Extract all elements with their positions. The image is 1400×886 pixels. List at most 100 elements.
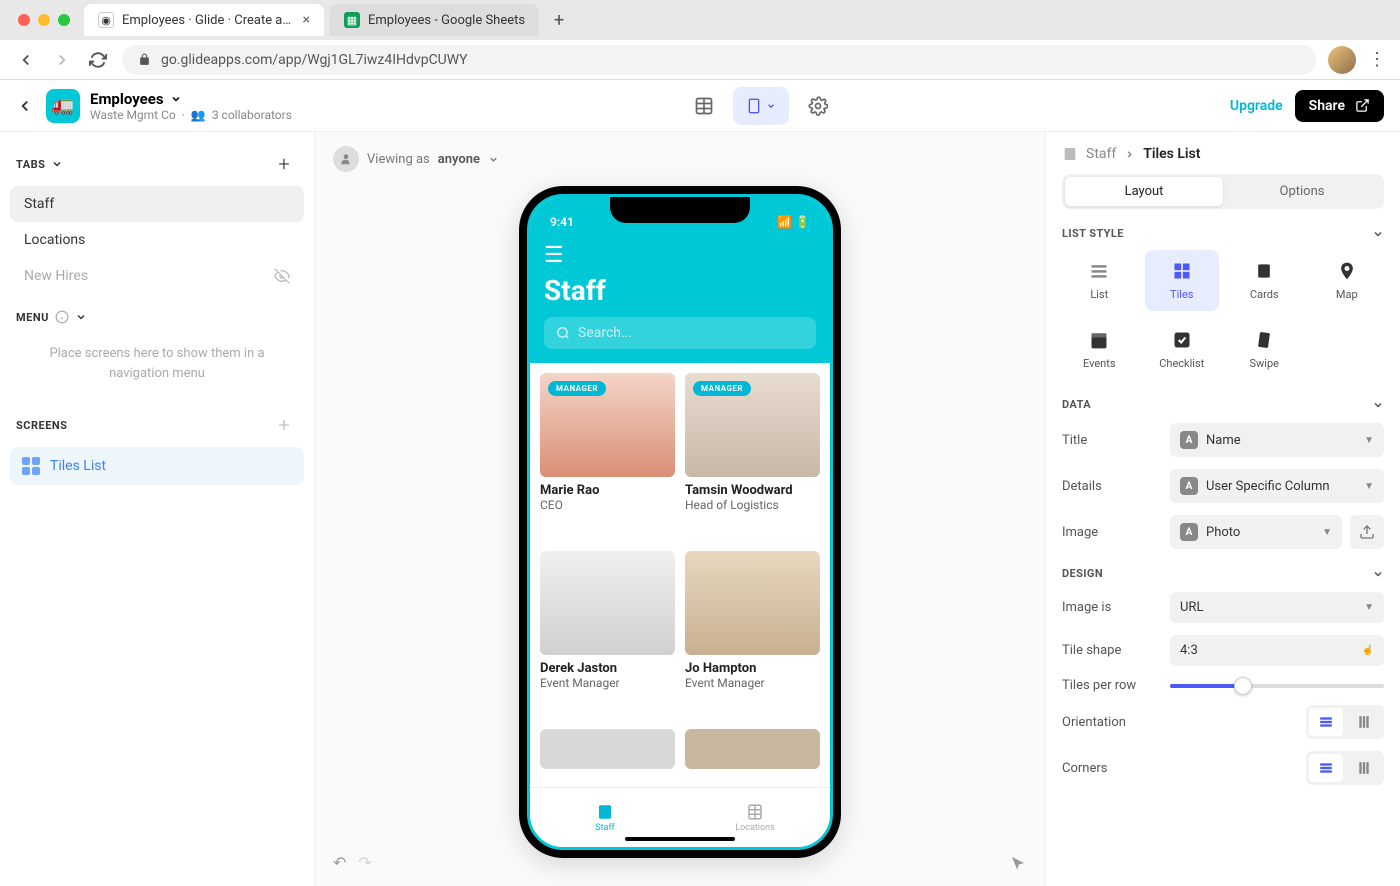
- chevron-down-icon: [1372, 399, 1384, 411]
- undo-button[interactable]: ↶: [333, 853, 346, 872]
- list-style-header[interactable]: LIST STYLE: [1062, 227, 1384, 240]
- browser-tab-glide[interactable]: ◉ Employees · Glide · Create apps ×: [84, 4, 324, 36]
- style-swipe[interactable]: Swipe: [1227, 319, 1302, 380]
- breadcrumb: Staff Tiles List: [1062, 146, 1384, 162]
- search-input[interactable]: Search...: [544, 317, 816, 349]
- minimize-window[interactable]: [38, 14, 50, 26]
- chevron-down-icon: [1372, 228, 1384, 240]
- style-cards[interactable]: Cards: [1227, 250, 1302, 311]
- reload-button[interactable]: [86, 48, 110, 72]
- orientation-toggle: [1306, 705, 1384, 739]
- crumb-current: Tiles List: [1143, 146, 1200, 162]
- image-select[interactable]: APhoto▼: [1170, 515, 1342, 549]
- crumb-parent[interactable]: Staff: [1086, 146, 1116, 162]
- left-sidebar: TABS + Staff Locations New Hires MENU Pl…: [0, 132, 315, 886]
- browser-tab-sheets[interactable]: ▦ Employees - Google Sheets: [330, 4, 539, 36]
- back-button[interactable]: [14, 48, 38, 72]
- options-tab[interactable]: Options: [1223, 177, 1381, 206]
- image-label: Image: [1062, 525, 1162, 540]
- screen-tiles-list[interactable]: Tiles List: [10, 447, 304, 485]
- settings-view-button[interactable]: [797, 87, 839, 125]
- url-text: go.glideapps.com/app/Wgj1GL7iwz4IHdvpCUW…: [161, 52, 468, 68]
- screens-section-label: SCREENS: [16, 419, 67, 432]
- address-bar[interactable]: go.glideapps.com/app/Wgj1GL7iwz4IHdvpCUW…: [122, 45, 1316, 75]
- style-list[interactable]: List: [1062, 250, 1137, 311]
- style-events[interactable]: Events: [1062, 319, 1137, 380]
- menu-section-label[interactable]: MENU: [16, 310, 87, 324]
- window-controls: [10, 14, 78, 26]
- chevron-down-icon: [170, 93, 182, 105]
- tile-shape-label: Tile shape: [1062, 643, 1162, 658]
- upgrade-link[interactable]: Upgrade: [1230, 98, 1283, 114]
- app-name[interactable]: Employees: [90, 90, 292, 108]
- tiles-grid[interactable]: MANAGER Marie Rao CEO MANAGER Tamsin Woo…: [530, 363, 830, 808]
- chevron-down-icon: [766, 101, 776, 111]
- design-header[interactable]: DESIGN: [1062, 567, 1384, 580]
- right-panel: Staff Tiles List Layout Options LIST STY…: [1045, 132, 1400, 886]
- preview-canvas: Viewing as anyone 9:41 📶 🔋 ☰ Staff Searc…: [315, 132, 1045, 886]
- tile-item[interactable]: Derek Jaston Event Manager: [540, 551, 675, 719]
- add-screen-button[interactable]: +: [270, 411, 298, 439]
- add-tab-button[interactable]: +: [270, 150, 298, 178]
- data-header[interactable]: DATA: [1062, 398, 1384, 411]
- data-view-button[interactable]: [683, 87, 725, 125]
- manager-badge: MANAGER: [693, 381, 751, 396]
- redo-button[interactable]: ↷: [358, 853, 371, 872]
- lock-icon: [138, 53, 151, 66]
- menu-placeholder: Place screens here to show them in a nav…: [10, 332, 304, 395]
- style-checklist[interactable]: Checklist: [1145, 319, 1220, 380]
- corners-square[interactable]: [1309, 754, 1343, 782]
- new-tab-button[interactable]: +: [545, 6, 573, 34]
- screen-icon: [1062, 146, 1078, 162]
- image-is-label: Image is: [1062, 600, 1162, 615]
- tile-item[interactable]: MANAGER Tamsin Woodward Head of Logistic…: [685, 373, 820, 541]
- tile-item[interactable]: MANAGER Marie Rao CEO: [540, 373, 675, 541]
- cursor-hand-icon: ☝: [1362, 645, 1374, 656]
- style-tiles[interactable]: Tiles: [1145, 250, 1220, 311]
- app-meta: Waste Mgmt Co · 👥 3 collaborators: [90, 108, 292, 122]
- profile-avatar[interactable]: [1328, 46, 1356, 74]
- share-button[interactable]: Share: [1295, 90, 1384, 122]
- tiles-per-row-label: Tiles per row: [1062, 678, 1162, 693]
- sidebar-tab-new-hires[interactable]: New Hires: [10, 258, 304, 294]
- image-is-select[interactable]: URL▼: [1170, 592, 1384, 623]
- maximize-window[interactable]: [58, 14, 70, 26]
- cursor-icon: [1009, 854, 1027, 872]
- style-map[interactable]: Map: [1310, 250, 1385, 311]
- layout-tab[interactable]: Layout: [1065, 177, 1223, 206]
- sidebar-tab-staff[interactable]: Staff: [10, 186, 304, 222]
- corners-label: Corners: [1062, 761, 1162, 776]
- orientation-vertical[interactable]: [1347, 708, 1381, 736]
- phone-view-button[interactable]: [733, 87, 789, 125]
- app-logo: 🚛: [46, 89, 80, 123]
- chevron-down-icon: [1372, 568, 1384, 580]
- hamburger-icon[interactable]: ☰: [544, 243, 816, 268]
- viewing-as-selector[interactable]: Viewing as anyone: [333, 132, 499, 186]
- app-back-button[interactable]: [16, 97, 34, 115]
- tiles-icon: [22, 457, 40, 475]
- manager-badge: MANAGER: [548, 381, 606, 396]
- app-header: 🚛 Employees Waste Mgmt Co · 👥 3 collabor…: [0, 80, 1400, 132]
- upload-button[interactable]: [1350, 515, 1384, 549]
- tabs-section-label[interactable]: TABS: [16, 158, 63, 171]
- details-select[interactable]: AUser Specific Column▼: [1170, 469, 1384, 503]
- browser-toolbar: go.glideapps.com/app/Wgj1GL7iwz4IHdvpCUW…: [0, 40, 1400, 80]
- sidebar-tab-locations[interactable]: Locations: [10, 222, 304, 258]
- tiles-per-row-slider[interactable]: [1170, 684, 1384, 688]
- orientation-horizontal[interactable]: [1309, 708, 1343, 736]
- chevron-right-icon: [1124, 149, 1135, 160]
- forward-button[interactable]: [50, 48, 74, 72]
- title-select[interactable]: AName▼: [1170, 423, 1384, 457]
- close-tab-icon[interactable]: ×: [303, 12, 310, 28]
- corners-rounded[interactable]: [1347, 754, 1381, 782]
- collaborators-icon: 👥: [191, 108, 206, 122]
- chevron-down-icon: [51, 158, 63, 170]
- browser-menu-icon[interactable]: ⋮: [1368, 49, 1386, 70]
- tab-title: Employees - Google Sheets: [368, 13, 525, 28]
- phone-screen-title: Staff: [544, 274, 816, 307]
- phone-notch: [610, 197, 750, 223]
- layout-options-tabs: Layout Options: [1062, 174, 1384, 209]
- close-window[interactable]: [18, 14, 30, 26]
- tile-shape-select[interactable]: 4:3☝: [1170, 635, 1384, 666]
- tile-item[interactable]: Jo Hampton Event Manager: [685, 551, 820, 719]
